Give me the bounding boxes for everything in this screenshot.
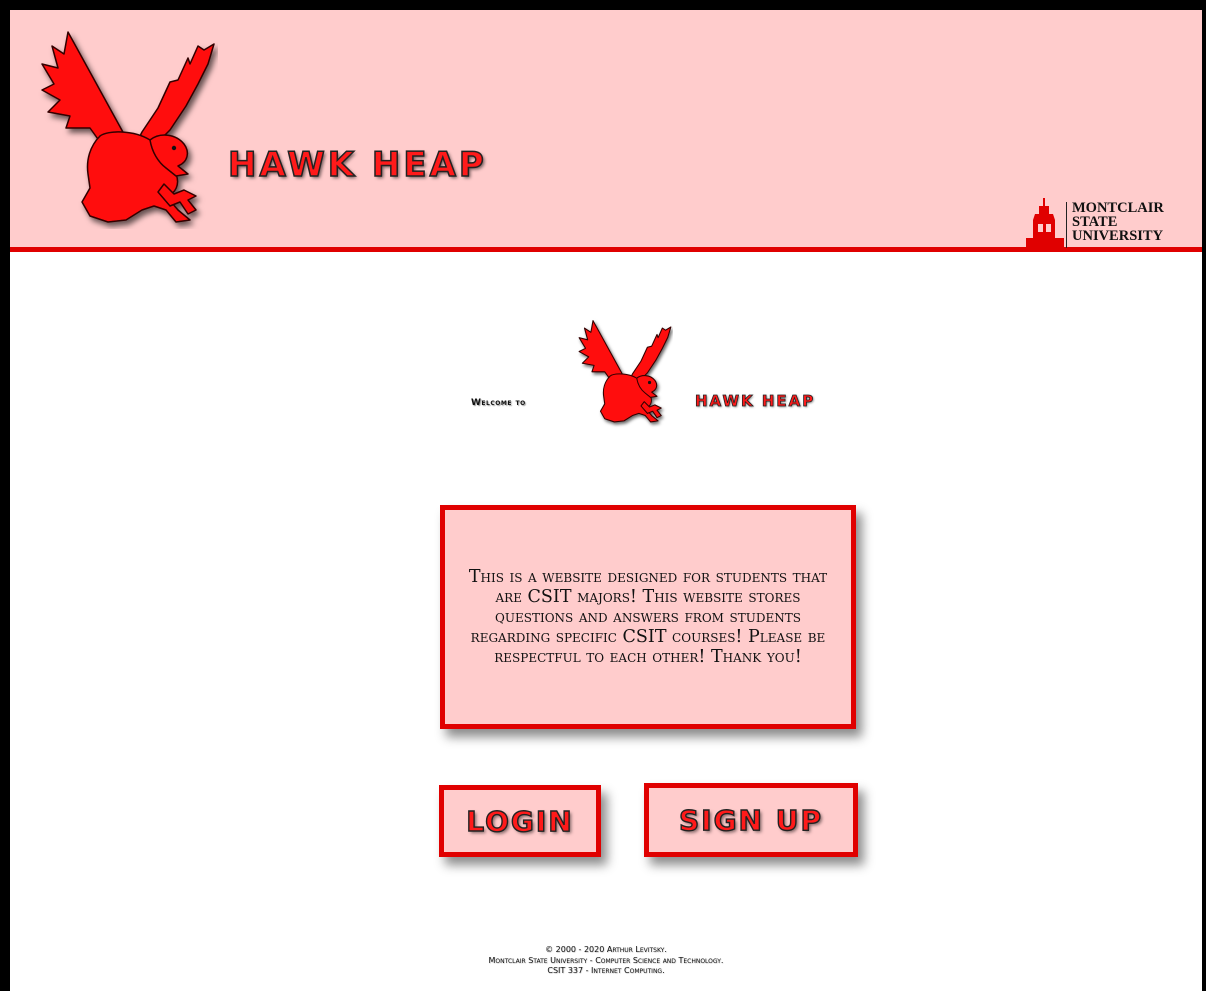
university-logo[interactable]: MONTCLAIR STATE UNIVERSITY [1024,198,1184,248]
footer-copyright: © 2000 - 2020 Arthur Levitsky. [545,945,667,954]
red-hawk-icon [578,320,672,423]
info-text: This is a website designed for students … [468,567,828,667]
login-button[interactable]: LOGIN [439,785,601,857]
sign-up-button[interactable]: SIGN UP [644,783,858,857]
red-hawk-icon [41,31,215,223]
university-logo-divider [1066,202,1067,248]
welcome-banner: Welcome to HAWK HEAP [10,310,1202,450]
footer-university: Montclair State University - Computer Sc… [488,955,724,965]
university-logo-line1: MONTCLAIR [1072,200,1164,216]
msu-tower-icon [1026,198,1064,248]
page-frame: HAWK HEAP MONTCLAIR STATE UNIVERSITY Wel… [10,10,1202,991]
welcome-site-title: HAWK HEAP [695,392,816,411]
site-header: HAWK HEAP MONTCLAIR STATE UNIVERSITY [10,10,1202,252]
footer-course: CSIT 337 - Internet Computing. [547,966,665,975]
university-logo-line2: STATE [1072,214,1118,230]
site-title: HAWK HEAP [227,144,487,186]
university-logo-line3: UNIVERSITY [1072,228,1164,244]
university-logo-text: MONTCLAIR STATE UNIVERSITY [1072,200,1164,244]
site-footer: © 2000 - 2020 Arthur Levitsky. Montclair… [10,945,1202,977]
info-panel: This is a website designed for students … [440,505,856,729]
welcome-prefix: Welcome to [471,398,526,408]
